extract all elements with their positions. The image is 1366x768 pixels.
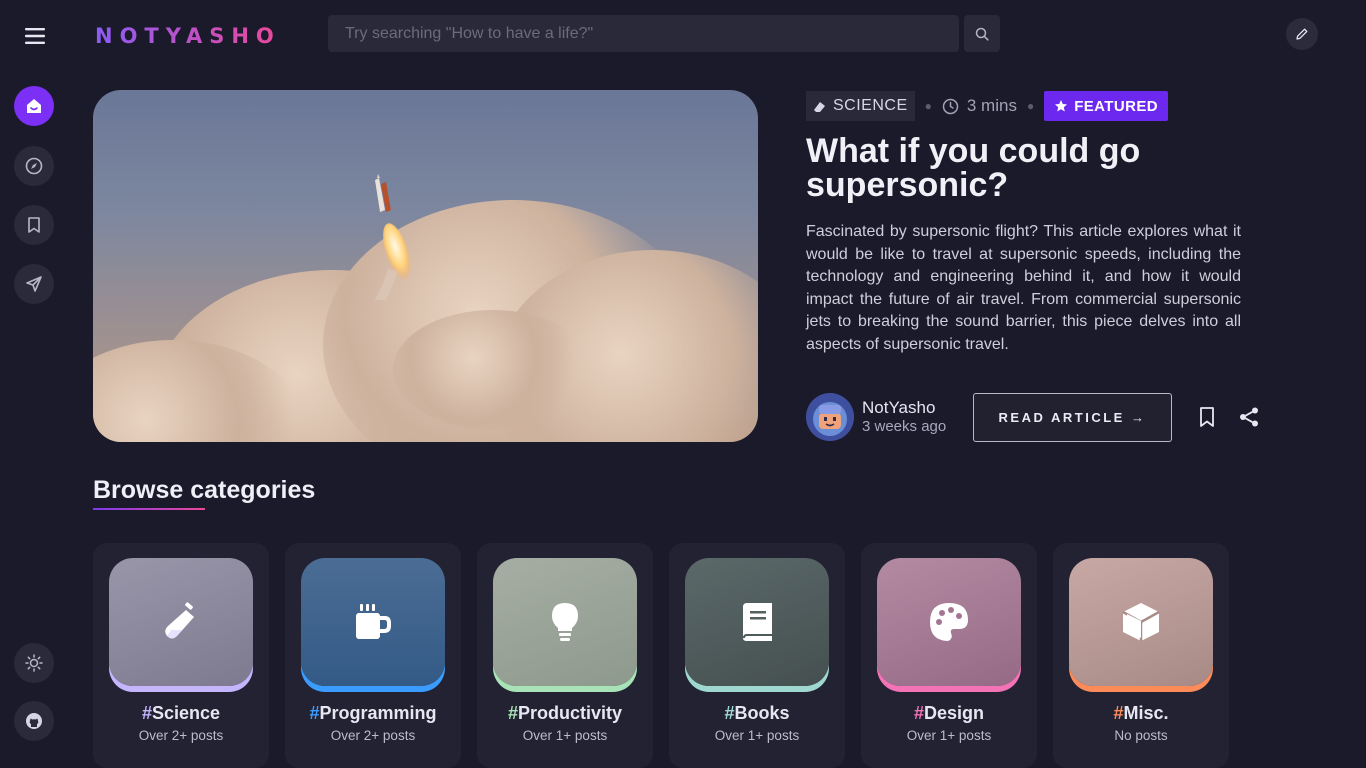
- category-hash: #: [1113, 703, 1124, 723]
- post-time: 3 weeks ago: [862, 418, 947, 435]
- category-image: [493, 558, 637, 686]
- category-name: Design: [924, 703, 985, 723]
- send-icon: [26, 276, 42, 292]
- read-time-label: 3 mins: [966, 96, 1017, 115]
- category-image: [877, 558, 1021, 686]
- category-image: [685, 558, 829, 686]
- logo-text: NOTYASHO: [95, 24, 281, 48]
- share-article-button[interactable]: [1237, 405, 1261, 429]
- category-card-programming[interactable]: #Programming Over 2+ posts: [285, 543, 461, 768]
- share-icon: [1240, 407, 1258, 427]
- section-title: Browse categories: [93, 476, 316, 504]
- category-hash: #: [309, 703, 320, 723]
- category-tag[interactable]: SCIENCE: [806, 91, 915, 121]
- category-label: #Misc.: [1053, 703, 1229, 724]
- home-icon: [27, 99, 41, 113]
- category-card-books[interactable]: #Books Over 1+ posts: [669, 543, 845, 768]
- author-info[interactable]: NotYasho 3 weeks ago: [806, 393, 946, 441]
- star-icon: [1055, 100, 1068, 112]
- category-name: Misc.: [1123, 703, 1169, 723]
- sidebar: [0, 68, 68, 768]
- category-label: #Design: [861, 703, 1037, 724]
- sidebar-item-home[interactable]: [14, 86, 54, 126]
- read-article-button[interactable]: READ ARTICLE →: [973, 393, 1172, 442]
- top-bar: NOTYASHO: [0, 0, 1366, 68]
- article-excerpt: Fascinated by supersonic flight? This ar…: [806, 223, 1241, 353]
- sun-icon: [25, 654, 43, 672]
- book-icon: [743, 603, 772, 641]
- category-card-design[interactable]: #Design Over 1+ posts: [861, 543, 1037, 768]
- featured-badge-label: FEATURED: [1074, 97, 1158, 115]
- category-list: #Science Over 2+ posts #Programming Over…: [93, 543, 1229, 768]
- bookmark-article-button[interactable]: [1195, 405, 1219, 429]
- theme-toggle[interactable]: [14, 643, 54, 683]
- github-icon: [26, 713, 42, 729]
- avatar: [806, 393, 854, 441]
- site-logo[interactable]: NOTYASHO: [95, 22, 281, 50]
- pencil-icon: [1296, 28, 1308, 40]
- search-input[interactable]: [328, 15, 959, 52]
- article-meta: SCIENCE ● 3 mins ● FEATURED: [806, 91, 1168, 121]
- bookmark-icon: [1200, 407, 1214, 427]
- rocket-graphic: [374, 174, 411, 300]
- category-count: No posts: [1114, 728, 1168, 743]
- category-card-misc[interactable]: #Misc. No posts: [1053, 543, 1229, 768]
- category-image: [109, 558, 253, 686]
- article-title[interactable]: What if you could go supersonic?: [806, 134, 1246, 202]
- category-count: Over 2+ posts: [330, 728, 416, 743]
- category-label: #Productivity: [477, 703, 653, 724]
- category-hash: #: [724, 703, 735, 723]
- sidebar-item-bookmarks[interactable]: [14, 205, 54, 245]
- category-count: Over 1+ posts: [522, 728, 608, 743]
- category-label: #Books: [669, 703, 845, 724]
- category-hash: #: [507, 703, 518, 723]
- author-text: NotYasho 3 weeks ago: [862, 398, 946, 436]
- read-time: 3 mins: [942, 96, 1017, 116]
- category-count: Over 1+ posts: [906, 728, 992, 743]
- category-name: Programming: [319, 703, 437, 723]
- search-icon: [975, 27, 989, 41]
- category-hash: #: [141, 703, 152, 723]
- mug-icon: [356, 604, 391, 639]
- separator-dot: ●: [924, 99, 932, 113]
- category-image: [1069, 558, 1213, 686]
- category-image: [301, 558, 445, 686]
- bookmark-icon: [28, 217, 40, 233]
- category-name: Books: [734, 703, 790, 723]
- category-tag-label: SCIENCE: [833, 97, 908, 114]
- separator-dot: ●: [1026, 99, 1035, 113]
- compass-icon: [25, 157, 43, 175]
- author-name[interactable]: NotYasho: [862, 398, 946, 417]
- category-label: #Programming: [285, 703, 461, 724]
- palette-icon: [930, 603, 968, 641]
- search-button[interactable]: [964, 15, 1000, 52]
- menu-button[interactable]: [16, 17, 54, 55]
- category-name: Productivity: [517, 703, 623, 723]
- category-card-productivity[interactable]: #Productivity Over 1+ posts: [477, 543, 653, 768]
- sidebar-item-send[interactable]: [14, 264, 54, 304]
- cube-icon: [1122, 603, 1160, 641]
- section-title-underline: [93, 508, 205, 510]
- category-name: Science: [151, 703, 221, 723]
- write-post-button[interactable]: [1286, 18, 1318, 50]
- featured-badge: FEATURED: [1044, 91, 1168, 121]
- github-link[interactable]: [14, 701, 54, 741]
- featured-article-image[interactable]: [93, 90, 758, 442]
- category-card-science[interactable]: #Science Over 2+ posts: [93, 543, 269, 768]
- sidebar-item-explore[interactable]: [14, 146, 54, 186]
- category-count: Over 1+ posts: [714, 728, 800, 743]
- category-count: Over 2+ posts: [138, 728, 224, 743]
- lightbulb-icon: [552, 603, 578, 641]
- category-label: #Science: [93, 703, 269, 724]
- menu-icon: [25, 28, 45, 44]
- flask-icon: [165, 602, 194, 639]
- eraser-icon: [814, 101, 825, 112]
- category-hash: #: [913, 703, 924, 723]
- clock-icon: [942, 98, 959, 114]
